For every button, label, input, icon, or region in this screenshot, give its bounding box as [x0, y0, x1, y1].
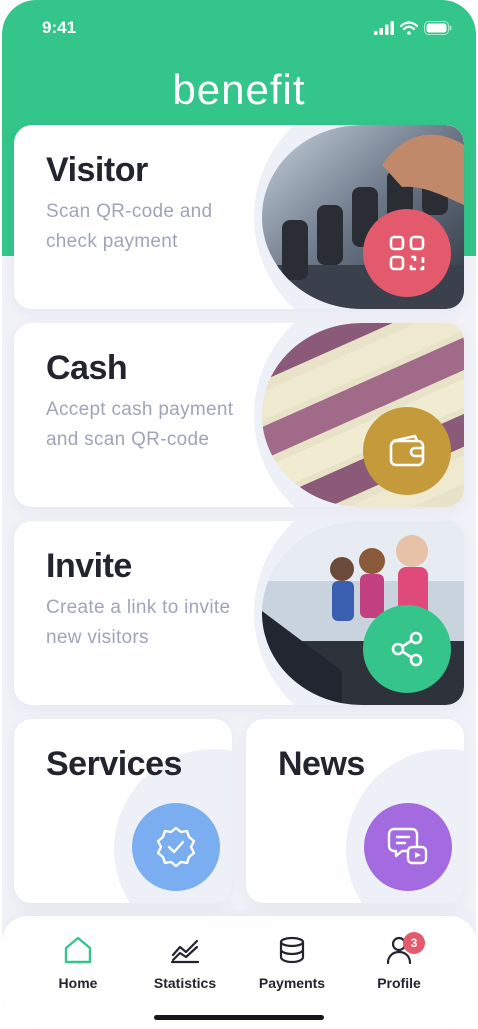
services-action-button[interactable] [132, 803, 220, 891]
home-indicator [154, 1015, 324, 1020]
profile-notification-badge: 3 [403, 932, 425, 954]
services-title: Services [46, 745, 182, 783]
nav-statistics[interactable]: Statistics [135, 936, 235, 991]
visitor-description: Scan QR-code and check payment [46, 201, 213, 252]
brand-logo: benefit [172, 66, 306, 113]
phone-screen: 9:41 benefit Visitor Scan QR-code and ch… [2, 0, 476, 1029]
visitor-title: Visitor [46, 151, 148, 189]
cash-description: Accept cash payment and scan QR-code [46, 399, 234, 450]
chart-icon [170, 939, 200, 964]
nav-statistics-label: Statistics [153, 975, 217, 991]
invite-description: Create a link to invite new visitors [46, 597, 231, 648]
status-time: 9:41 [42, 18, 77, 37]
wifi-icon [400, 21, 418, 35]
verified-badge-icon [156, 826, 196, 868]
nav-profile-label: Profile [377, 975, 421, 991]
news-action-button[interactable] [364, 803, 452, 891]
nav-home[interactable]: Home [28, 936, 128, 991]
nav-payments[interactable]: Payments [242, 936, 342, 991]
bottom-navigation: Home Statistics Payments 3 Profile [2, 916, 476, 1029]
nav-payments-label: Payments [258, 975, 326, 991]
cash-title: Cash [46, 349, 128, 387]
video-message-icon [387, 827, 428, 865]
invite-action-button[interactable] [363, 605, 451, 693]
status-icons [374, 20, 452, 36]
invite-card[interactable]: Invite Create a link to invite new visit… [14, 521, 464, 705]
qr-code-icon [389, 235, 425, 271]
services-card[interactable]: Services [14, 719, 232, 903]
visitor-card[interactable]: Visitor Scan QR-code and check payment [14, 125, 464, 309]
news-title: News [278, 745, 365, 783]
battery-icon [424, 21, 452, 35]
cash-action-button[interactable] [363, 407, 451, 495]
visitor-action-button[interactable] [363, 209, 451, 297]
news-card[interactable]: News [246, 719, 464, 903]
home-icon [64, 936, 92, 964]
nav-home-label: Home [58, 975, 98, 991]
signal-icon [374, 21, 394, 35]
share-icon [391, 631, 423, 667]
cash-card[interactable]: Cash Accept cash payment and scan QR-cod… [14, 323, 464, 507]
invite-title: Invite [46, 547, 132, 585]
wallet-icon [389, 434, 425, 467]
coins-icon [279, 936, 305, 964]
nav-profile[interactable]: 3 Profile [349, 932, 449, 991]
